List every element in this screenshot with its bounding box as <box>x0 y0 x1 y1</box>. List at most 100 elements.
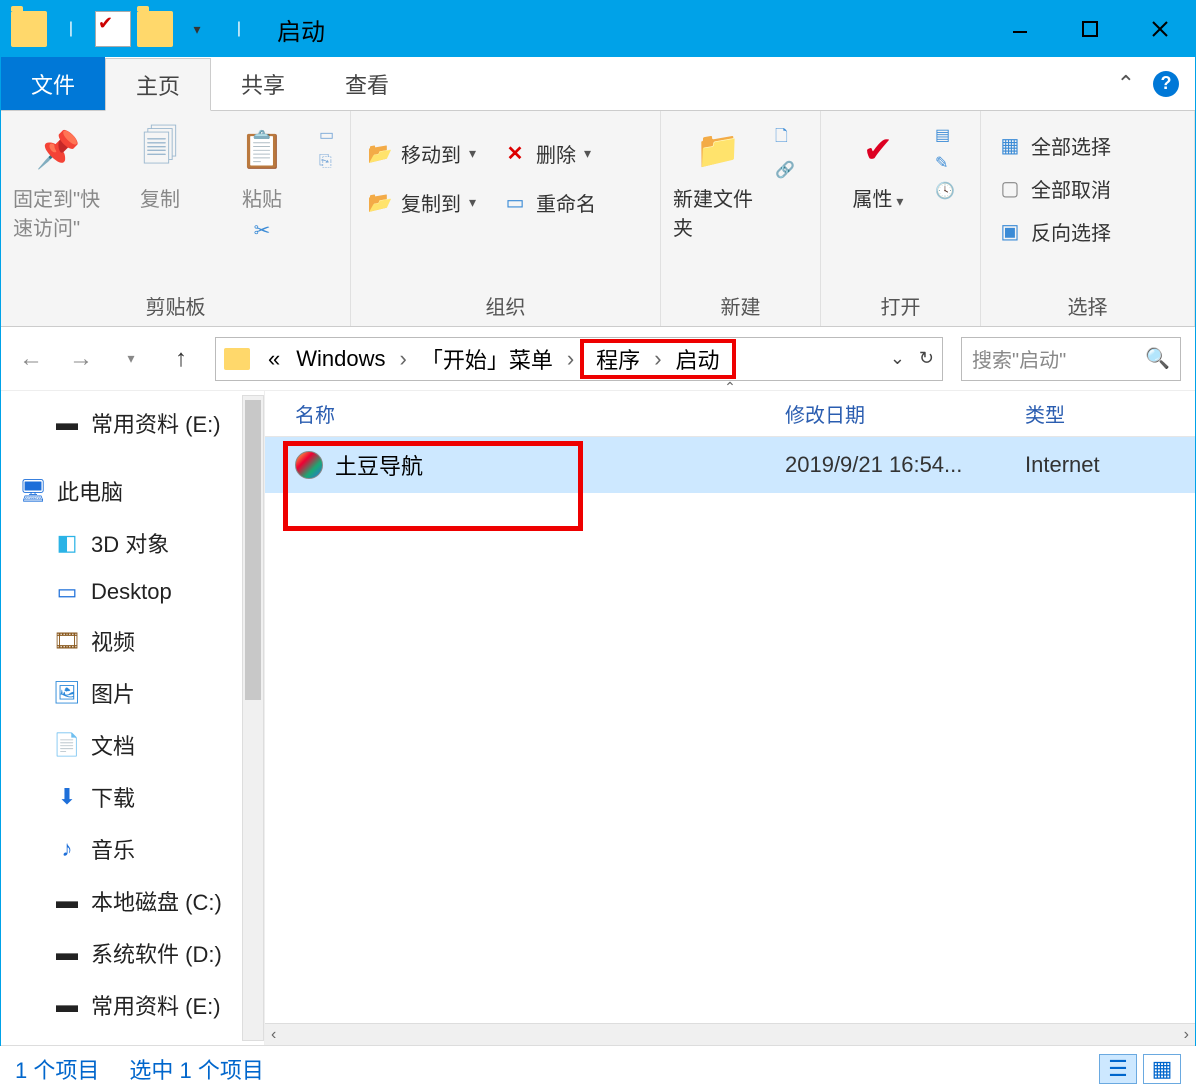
new-folder-icon: 📁 <box>693 125 743 175</box>
copy-to-icon: 📂 <box>367 190 393 216</box>
copy-path-icon[interactable]: ▭ <box>319 125 334 145</box>
open-icon[interactable]: ▤ <box>935 125 955 145</box>
select-none-button[interactable]: ▢全部取消 <box>993 172 1115 205</box>
qat-folder-icon[interactable] <box>137 11 173 47</box>
select-all-button[interactable]: ▦全部选择 <box>993 129 1115 162</box>
rename-button[interactable]: ▭重命名 <box>498 186 600 219</box>
picture-icon: 🖼 <box>53 681 81 705</box>
drive-icon: ▬ <box>53 411 81 435</box>
delete-icon: ✕ <box>502 141 528 167</box>
nav-documents[interactable]: 📄文档 <box>1 719 264 771</box>
nav-pictures[interactable]: 🖼图片 <box>1 667 264 719</box>
rename-icon: ▭ <box>502 190 528 216</box>
maximize-button[interactable] <box>1055 1 1125 57</box>
new-folder-button[interactable]: 📁 新建文件夹 <box>673 119 763 241</box>
tab-home[interactable]: 主页 <box>105 58 211 111</box>
navigation-pane: ▬常用资料 (E:) 🖥此电脑 ◧3D 对象 ▭Desktop 🎞视频 🖼图片 … <box>1 391 265 1045</box>
breadcrumb-windows[interactable]: Windows <box>288 346 393 372</box>
breadcrumb-programs[interactable]: 程序 <box>588 343 648 375</box>
nav-downloads[interactable]: ⬇下载 <box>1 771 264 823</box>
scrollbar-thumb[interactable] <box>245 400 261 700</box>
breadcrumb-sep-1: › <box>394 346 413 372</box>
horizontal-scrollbar[interactable]: ‹› <box>265 1023 1195 1045</box>
up-button[interactable]: ↑ <box>165 345 197 373</box>
help-button[interactable]: ? <box>1153 71 1179 97</box>
breadcrumb-startmenu[interactable]: 「开始」菜单 <box>413 343 561 375</box>
move-to-icon: 📂 <box>367 141 393 167</box>
column-headers: 名称 修改日期 类型 <box>265 391 1195 437</box>
easy-access-icon[interactable]: 🔗 <box>775 160 795 180</box>
refresh-button[interactable]: ↻ <box>919 348 934 369</box>
nav-drive-e[interactable]: ▬常用资料 (E:) <box>1 979 264 1031</box>
ribbon: 📌 固定到"快速访问" 🗐 复制 📋 粘贴 ✂ ▭ ⎘ 剪贴板 📂移动到 ✕删 <box>1 111 1195 327</box>
nav-drive-d[interactable]: ▬系统软件 (D:) <box>1 927 264 979</box>
qat-properties-icon[interactable] <box>95 11 131 47</box>
qat-sep2: | <box>221 11 257 47</box>
tab-file[interactable]: 文件 <box>1 57 105 110</box>
breadcrumb-sep-3: › <box>648 346 667 372</box>
search-icon: 🔍 <box>1145 346 1170 371</box>
column-sort-marker-icon: ⌃ <box>724 379 736 396</box>
file-list: ⌃ 名称 修改日期 类型 土豆导航 2019/9/21 16:54... Int… <box>265 391 1195 1045</box>
collapse-ribbon-icon[interactable]: ⌃ <box>1117 71 1135 97</box>
ribbon-tabs: 文件 主页 共享 查看 ⌃ ? <box>1 57 1195 111</box>
tab-view[interactable]: 查看 <box>315 57 419 110</box>
back-button[interactable]: ← <box>15 345 47 373</box>
paste-shortcut-icon[interactable]: ⎘ <box>319 153 334 171</box>
new-folder-label: 新建文件夹 <box>673 183 763 241</box>
file-type: Internet <box>1025 452 1195 478</box>
search-placeholder: 搜索"启动" <box>972 344 1066 373</box>
status-count: 1 个项目 <box>15 1053 99 1085</box>
document-icon: 📄 <box>53 733 81 757</box>
properties-button[interactable]: ✔ 属性 <box>833 119 923 212</box>
edit-icon[interactable]: ✎ <box>935 153 955 173</box>
nav-videos[interactable]: 🎞视频 <box>1 615 264 667</box>
breadcrumb-startup[interactable]: 启动 <box>668 343 728 375</box>
copy-to-button[interactable]: 📂复制到 <box>363 186 480 219</box>
col-date[interactable]: 修改日期 <box>785 399 1025 428</box>
paste-button[interactable]: 📋 粘贴 ✂ <box>217 119 307 243</box>
copy-button[interactable]: 🗐 复制 <box>115 119 205 212</box>
group-organize-label: 组织 <box>363 285 648 322</box>
tab-share[interactable]: 共享 <box>211 57 315 110</box>
new-item-icon[interactable]: 🗋 <box>775 125 795 152</box>
paste-label: 粘贴 <box>242 183 282 212</box>
nav-this-pc[interactable]: 🖥此电脑 <box>1 465 264 517</box>
group-select-label: 选择 <box>993 285 1182 322</box>
invert-selection-icon: ▣ <box>997 219 1023 245</box>
download-icon: ⬇ <box>53 785 81 809</box>
pin-to-quick-access-button[interactable]: 📌 固定到"快速访问" <box>13 119 103 241</box>
move-to-button[interactable]: 📂移动到 <box>363 137 480 170</box>
properties-label: 属性 <box>853 183 904 212</box>
nav-3d-objects[interactable]: ◧3D 对象 <box>1 517 264 569</box>
view-details-button[interactable]: ☰ <box>1099 1054 1137 1084</box>
nav-drive-e-top[interactable]: ▬常用资料 (E:) <box>1 397 264 449</box>
address-dropdown-icon[interactable]: ⌄ <box>890 348 905 369</box>
status-selection: 选中 1 个项目 <box>129 1053 263 1085</box>
col-name[interactable]: 名称 <box>265 399 785 428</box>
invert-selection-button[interactable]: ▣反向选择 <box>993 215 1115 248</box>
view-large-icons-button[interactable]: ▦ <box>1143 1054 1181 1084</box>
drive-icon: ▬ <box>53 993 81 1017</box>
quick-access-toolbar: | ▾ | <box>1 11 257 47</box>
nav-desktop[interactable]: ▭Desktop <box>1 569 264 615</box>
address-bar[interactable]: « Windows › 「开始」菜单 › 程序 › 启动 ⌄ ↻ <box>215 337 943 381</box>
copy-label: 复制 <box>140 183 180 212</box>
search-box[interactable]: 搜索"启动" 🔍 <box>961 337 1181 381</box>
titlebar: | ▾ | 启动 <box>1 1 1195 57</box>
recent-dropdown-icon[interactable]: ▾ <box>115 350 147 367</box>
forward-button[interactable]: → <box>65 345 97 373</box>
nav-scrollbar[interactable] <box>242 395 264 1041</box>
close-button[interactable] <box>1125 1 1195 57</box>
delete-button[interactable]: ✕删除 <box>498 137 595 170</box>
nav-drive-c[interactable]: ▬本地磁盘 (C:) <box>1 875 264 927</box>
breadcrumb-sep-2: › <box>561 346 580 372</box>
qat-dropdown-icon[interactable]: ▾ <box>179 11 215 47</box>
minimize-button[interactable] <box>985 1 1055 57</box>
nav-music[interactable]: ♪音乐 <box>1 823 264 875</box>
col-type[interactable]: 类型 <box>1025 399 1195 428</box>
desktop-icon: ▭ <box>53 580 81 604</box>
file-row[interactable]: 土豆导航 2019/9/21 16:54... Internet <box>265 437 1195 493</box>
history-icon[interactable]: 🕓 <box>935 181 955 201</box>
file-browser-icon <box>295 451 323 479</box>
